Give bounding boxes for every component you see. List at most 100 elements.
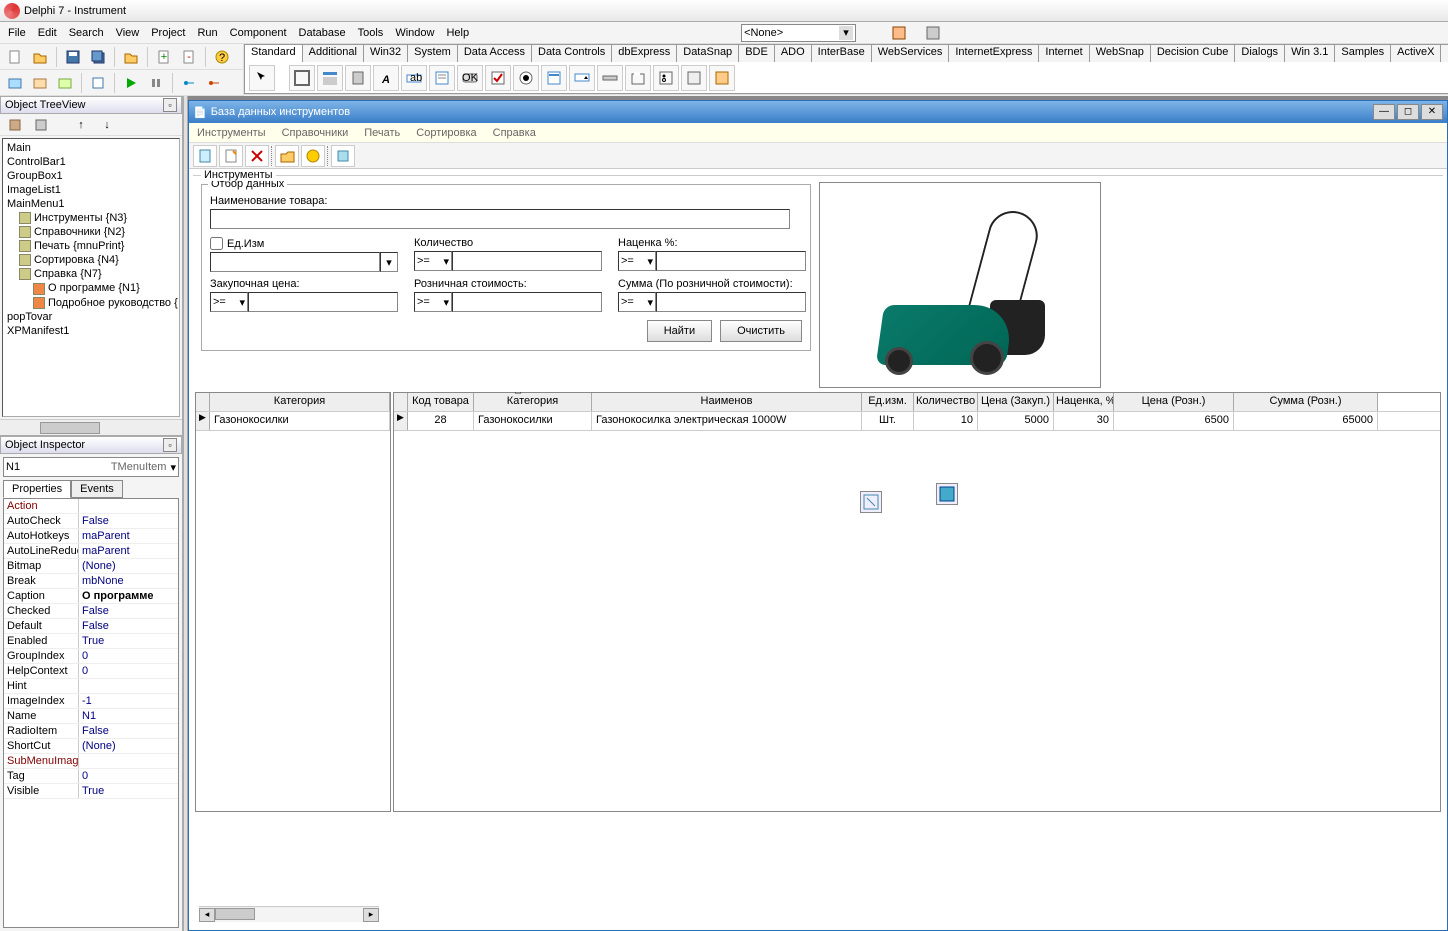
groupbox-icon[interactable] — [625, 65, 651, 91]
tree-item[interactable]: Main — [5, 141, 177, 155]
prop-value[interactable]: 0 — [79, 664, 178, 678]
prop-value[interactable]: -1 — [79, 694, 178, 708]
op-nacenka[interactable]: >=▾ — [618, 251, 656, 271]
child-title-bar[interactable]: 📄 База данных инструментов — ◻ ✕ — [189, 101, 1447, 123]
ctb-4[interactable] — [275, 145, 299, 167]
input-kolvo[interactable] — [452, 251, 602, 271]
tree-item[interactable]: Сортировка {N4} — [5, 253, 177, 267]
grid-header-cell[interactable]: Сумма (Розн.) — [1234, 393, 1378, 411]
remove-file-button[interactable]: - — [178, 46, 200, 68]
op-kolvo[interactable]: >=▾ — [414, 251, 452, 271]
input-rozn[interactable] — [452, 292, 602, 312]
prop-row[interactable]: HelpContext0 — [4, 664, 178, 679]
prop-row[interactable]: Hint — [4, 679, 178, 694]
inspector-pin-button[interactable]: ▫ — [163, 438, 177, 452]
tree-item[interactable]: Печать {mnuPrint} — [5, 239, 177, 253]
ctb-5[interactable] — [301, 145, 325, 167]
minimize-button[interactable]: — — [1373, 104, 1395, 120]
button-icon[interactable]: OK — [457, 65, 483, 91]
prop-value[interactable]: (None) — [79, 559, 178, 573]
op-summa[interactable]: >=▾ — [618, 292, 656, 312]
tab-decisioncube[interactable]: Decision Cube — [1150, 44, 1236, 62]
prop-row[interactable]: GroupIndex0 — [4, 649, 178, 664]
op-zakup[interactable]: >=▾ — [210, 292, 248, 312]
save-button[interactable] — [62, 46, 84, 68]
prop-value[interactable] — [79, 499, 178, 513]
view-form-button[interactable] — [29, 72, 51, 94]
panel-icon[interactable] — [681, 65, 707, 91]
toolbar-icon-b[interactable] — [922, 22, 944, 44]
prop-value[interactable]: 0 — [79, 649, 178, 663]
close-button[interactable]: ✕ — [1421, 104, 1443, 120]
tree-item[interactable]: ImageList1 — [5, 183, 177, 197]
tree-item[interactable]: Справка {N7} — [5, 267, 177, 281]
input-edizm[interactable] — [210, 252, 380, 272]
prop-row[interactable]: AutoHotkeysmaParent — [4, 529, 178, 544]
clear-button[interactable]: Очистить — [720, 320, 802, 342]
treeview-hscroll[interactable] — [0, 419, 182, 435]
prop-row[interactable]: NameN1 — [4, 709, 178, 724]
prop-value[interactable]: False — [79, 619, 178, 633]
prop-value[interactable]: mbNone — [79, 574, 178, 588]
input-zakup[interactable] — [248, 292, 398, 312]
prop-value[interactable]: True — [79, 784, 178, 798]
grid-header-cell[interactable]: Количество — [914, 393, 978, 411]
listbox-icon[interactable] — [541, 65, 567, 91]
combobox-icon[interactable] — [569, 65, 595, 91]
menu-help[interactable]: Help — [446, 27, 469, 39]
tree-btn-2[interactable] — [30, 114, 52, 136]
new-button[interactable] — [4, 46, 26, 68]
op-rozn[interactable]: >=▾ — [414, 292, 452, 312]
open-project-button[interactable] — [120, 46, 142, 68]
prop-row[interactable]: ShortCut(None) — [4, 739, 178, 754]
ctb-1[interactable] — [193, 145, 217, 167]
menu-file[interactable]: File — [8, 27, 26, 39]
grid-header-cell[interactable]: Наценка, % — [1054, 393, 1114, 411]
prop-row[interactable]: RadioItemFalse — [4, 724, 178, 739]
prop-row[interactable]: Bitmap(None) — [4, 559, 178, 574]
tab-samples[interactable]: Samples — [1334, 44, 1391, 62]
tree-item[interactable]: Инструменты {N3} — [5, 211, 177, 225]
tree-down-button[interactable]: ↓ — [96, 114, 118, 136]
edizm-dropdown[interactable]: ▾ — [380, 252, 398, 272]
tree-item[interactable]: ControlBar1 — [5, 155, 177, 169]
arrow-icon[interactable] — [249, 65, 275, 91]
ctb-2[interactable] — [219, 145, 243, 167]
tree-up-button[interactable]: ↑ — [70, 114, 92, 136]
tab-win31[interactable]: Win 3.1 — [1284, 44, 1335, 62]
cmenu-help[interactable]: Справка — [493, 127, 536, 139]
prop-value[interactable]: False — [79, 604, 178, 618]
tab-dataaccess[interactable]: Data Access — [457, 44, 532, 62]
tree-item[interactable]: GroupBox1 — [5, 169, 177, 183]
tab-dialogs[interactable]: Dialogs — [1234, 44, 1285, 62]
tab-activex[interactable]: ActiveX — [1390, 44, 1441, 62]
grid-header-cell[interactable]: Категория — [474, 393, 592, 411]
menu-run[interactable]: Run — [197, 27, 217, 39]
tab-internetexpress[interactable]: InternetExpress — [948, 44, 1039, 62]
actionlist-icon[interactable] — [709, 65, 735, 91]
input-nacenka[interactable] — [656, 251, 806, 271]
cmenu-references[interactable]: Справочники — [282, 127, 349, 139]
tree-item[interactable]: XPManifest1 — [5, 324, 177, 338]
menu-tools[interactable]: Tools — [358, 27, 384, 39]
prop-row[interactable]: ImageIndex-1 — [4, 694, 178, 709]
step-button[interactable] — [203, 72, 225, 94]
tab-events[interactable]: Events — [71, 480, 123, 498]
cmenu-print[interactable]: Печать — [364, 127, 400, 139]
radiogroup-icon[interactable] — [653, 65, 679, 91]
cmenu-instruments[interactable]: Инструменты — [197, 127, 266, 139]
frame-icon[interactable] — [289, 65, 315, 91]
menu-search[interactable]: Search — [69, 27, 104, 39]
prop-value[interactable] — [79, 679, 178, 693]
menu-database[interactable]: Database — [299, 27, 346, 39]
tab-properties[interactable]: Properties — [3, 480, 71, 498]
toggle-button[interactable] — [54, 72, 76, 94]
toolbar-icon-a[interactable] — [888, 22, 910, 44]
checkbox-icon[interactable] — [485, 65, 511, 91]
menu-window[interactable]: Window — [395, 27, 434, 39]
treeview-pin-button[interactable]: ▫ — [163, 98, 177, 112]
inspector-grid[interactable]: ActionAutoCheckFalseAutoHotkeysmaParentA… — [3, 498, 179, 928]
grid-header-cell[interactable]: Наименов — [592, 393, 862, 411]
tab-dbexpress[interactable]: dbExpress — [611, 44, 677, 62]
prop-value[interactable] — [79, 754, 178, 768]
